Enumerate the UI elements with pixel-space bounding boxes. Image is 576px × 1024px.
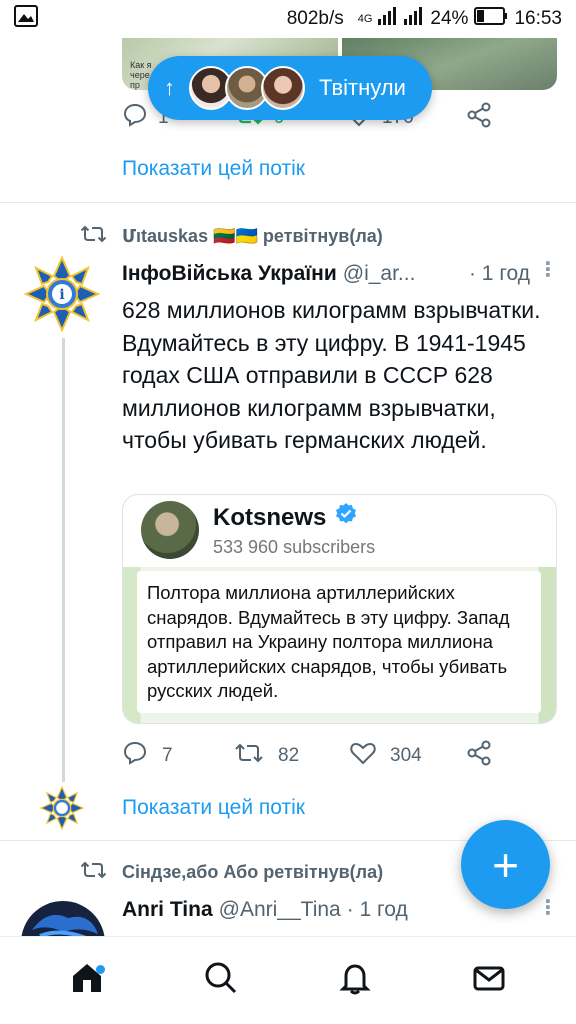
nav-messages[interactable] (453, 951, 525, 1011)
clock: 16:53 (514, 8, 562, 29)
retweet-banner-text: Մıtauskas 🇱🇹🇺🇦 ретвітнув(ла) (122, 226, 383, 246)
battery-icon (474, 7, 508, 31)
author-name[interactable]: Anri Tina (122, 898, 213, 922)
arrow-up-icon: ↑ (164, 75, 175, 100)
channel-name-row: Kotsnews (213, 502, 375, 533)
retweet-button[interactable]: 82 (234, 742, 350, 770)
avatar-stack (189, 66, 305, 110)
new-tweets-label: Твітнули (319, 75, 406, 100)
retweet-count: 82 (278, 745, 300, 766)
tweet-time: · 1 год (468, 262, 530, 285)
tweet-header: ІнфоВійська України @i_ar... · 1 год (122, 262, 552, 286)
retweet-banner-text: Сіндзе,або Або ретвітнув(ла) (122, 862, 384, 882)
channel-subscribers: 533 960 subscribers (213, 537, 376, 557)
nav-notifications[interactable] (319, 951, 391, 1011)
avatar (261, 66, 305, 110)
retweet-banner[interactable]: Մıtauskas 🇱🇹🇺🇦 ретвітнув(ла) (80, 224, 383, 249)
divider (0, 202, 576, 203)
reply-count: 7 (162, 745, 173, 766)
battery-percent: 24% (430, 8, 469, 29)
retweet-icon (234, 742, 264, 770)
like-button[interactable]: 304 (350, 741, 466, 771)
notifications-icon (337, 960, 373, 1001)
tweet-actions: 7 82 304 (122, 738, 502, 774)
heart-icon (350, 741, 376, 771)
show-thread-link[interactable]: Показати цей потік (122, 157, 305, 181)
reply-icon (122, 103, 148, 133)
quote-body: Полтора миллиона артиллерийских снарядов… (123, 567, 556, 723)
retweet-icon (80, 860, 108, 885)
share-button[interactable] (466, 740, 492, 772)
bottom-navigation (0, 936, 576, 1024)
image-icon (14, 5, 38, 33)
show-thread-link[interactable]: Показати цей потік (122, 796, 305, 820)
signal-icon (378, 7, 424, 31)
like-count: 304 (390, 745, 422, 766)
compose-tweet-button[interactable]: + (461, 820, 550, 909)
new-tweets-pill[interactable]: ↑ Твітнули (148, 56, 432, 120)
share-icon (466, 740, 492, 772)
thread-line (62, 338, 65, 782)
nav-home[interactable] (51, 951, 123, 1011)
avatar[interactable]: i (23, 255, 101, 333)
tweet-time: · 1 год (346, 898, 408, 921)
reply-button[interactable]: 7 (122, 741, 234, 771)
quote-header: Kotsnews 533 960 subscribers (123, 495, 556, 565)
more-options-icon[interactable]: ⋮ (538, 260, 558, 280)
author-handle[interactable]: @i_ar... (343, 262, 416, 286)
network-speed: 802b/s (286, 8, 344, 29)
search-icon (203, 960, 239, 1001)
retweet-icon (80, 224, 108, 249)
author-name[interactable]: ІнфоВійська України (122, 262, 337, 286)
channel-avatar (141, 501, 199, 559)
reply-icon (122, 741, 148, 771)
quote-message: Полтора миллиона артиллерийских снарядов… (137, 571, 541, 713)
nav-search[interactable] (185, 951, 257, 1011)
channel-name: Kotsnews (213, 503, 327, 531)
avatar[interactable] (39, 785, 85, 831)
more-options-icon[interactable]: ⋮ (538, 898, 558, 918)
network-type: 4G (357, 13, 373, 25)
share-icon (466, 102, 492, 134)
svg-text:i: i (59, 287, 64, 303)
notification-dot (96, 964, 105, 974)
quoted-media-card[interactable]: Kotsnews 533 960 subscribers Полтора мил… (122, 494, 557, 724)
tweet-text: 628 миллионов килограмм взрывчатки. Вдум… (122, 297, 541, 453)
status-bar: 802b/s 4G 24% 16:53 (0, 0, 576, 38)
author-handle[interactable]: @Anri__Tina (219, 898, 341, 922)
retweet-banner[interactable]: Сіндзе,або Або ретвітнув(ла) (80, 860, 383, 885)
verified-icon (334, 502, 358, 533)
avatar[interactable] (20, 900, 106, 940)
messages-icon (471, 960, 507, 1001)
share-button[interactable] (466, 102, 492, 134)
channel-info: Kotsnews 533 960 subscribers (213, 502, 375, 558)
